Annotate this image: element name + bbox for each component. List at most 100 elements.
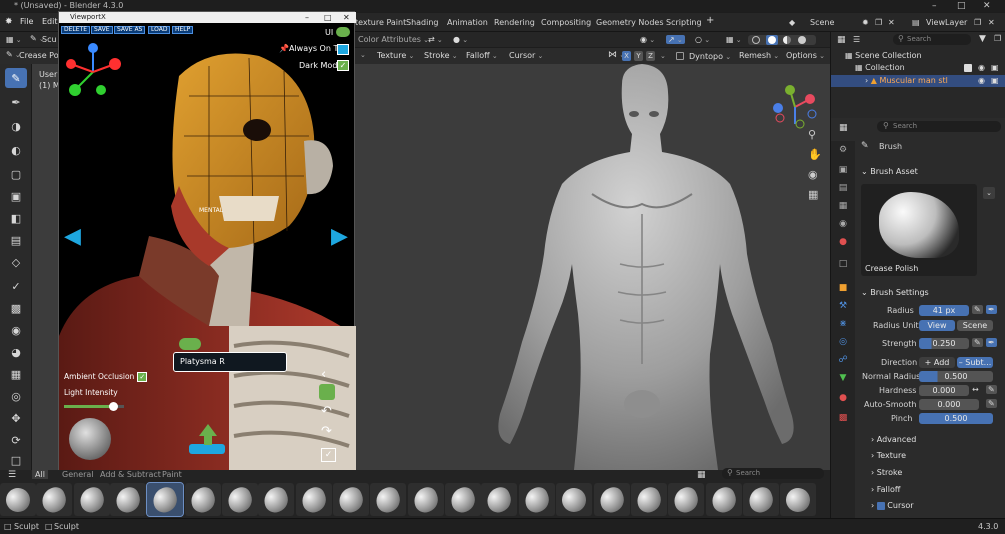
asset-shelf-menu-icon[interactable]: ☰ <box>8 470 16 480</box>
menu-edit[interactable]: Edit <box>42 17 58 26</box>
falloff-dropdown[interactable]: Falloff <box>466 51 498 60</box>
hardness-field[interactable]: 0.000 <box>919 385 969 396</box>
vx-tree-icon[interactable] <box>319 384 335 400</box>
brush-thumb-draw-sharp[interactable] <box>258 483 294 516</box>
edit-face-set-tool-icon[interactable]: ▦ <box>5 364 27 384</box>
particles-tab-icon[interactable]: ⋇ <box>836 317 850 331</box>
add-workspace-icon[interactable]: + <box>706 15 714 26</box>
radius-pen-icon[interactable]: ✒ <box>986 305 997 314</box>
properties-search-input[interactable]: Search <box>877 121 1001 132</box>
brush-thumb-pinch[interactable] <box>445 483 481 516</box>
asset-display-options-icon[interactable]: ▦ <box>697 470 706 480</box>
stroke-dropdown[interactable]: Stroke <box>424 51 458 60</box>
tab-geometry-nodes[interactable]: Geometry Nodes <box>596 18 663 27</box>
rotate-tool-icon[interactable]: ⟳ <box>5 430 27 450</box>
outliner-object-row[interactable]: › ▲ Muscular man stl ◉ ▣ <box>831 75 1005 87</box>
vx-ambient-occlusion-checkbox[interactable]: ✓ <box>137 372 148 382</box>
camera-view-icon[interactable]: ◉ <box>808 168 818 181</box>
minimize-icon[interactable]: – <box>932 0 937 12</box>
symmetry-icon[interactable]: ⇄ <box>428 35 443 44</box>
box-mask-tool-icon[interactable]: ▣ <box>5 186 27 206</box>
xray-icon[interactable]: ▦ <box>726 35 742 44</box>
zoom-icon[interactable]: ⚲ <box>808 128 816 141</box>
new-scene-icon[interactable]: ❐ <box>875 18 882 27</box>
brush-thumb-crease-polish[interactable] <box>146 482 184 517</box>
vx-delete-button[interactable]: DELETE <box>61 26 91 34</box>
modifier-tab-icon[interactable]: ⚒ <box>836 299 850 313</box>
stroke-panel-header[interactable]: › Stroke <box>871 468 902 477</box>
brush-thumb-layer[interactable] <box>408 483 444 516</box>
dyntopo-checkbox[interactable] <box>676 52 684 60</box>
color-attributes-dropdown[interactable]: Color Attributes <box>358 35 429 44</box>
brush-thumb-pose[interactable] <box>743 483 779 516</box>
material-tab-icon[interactable]: ● <box>836 391 850 405</box>
delete-scene-icon[interactable]: ✕ <box>888 18 895 27</box>
close-icon[interactable]: ✕ <box>983 0 991 12</box>
perspective-toggle-icon[interactable]: ▦ <box>808 188 818 201</box>
outliner-editor-icon[interactable]: ▦ <box>837 35 846 45</box>
overlay-dot-icon[interactable]: ● <box>453 35 468 44</box>
constraints-tab-icon[interactable]: ☍ <box>836 353 850 367</box>
collection-include-checkbox[interactable] <box>964 64 972 72</box>
mask-by-color-tool-icon[interactable]: ◎ <box>5 386 27 406</box>
box-trim-tool-icon[interactable]: ◇ <box>5 252 27 272</box>
collection-tab-icon[interactable]: □ <box>836 257 850 271</box>
vx-redo-icon[interactable]: ↷ <box>321 424 332 439</box>
brush-settings-panel-header[interactable]: ⌄ Brush Settings <box>861 288 929 297</box>
hardness-invert-icon[interactable]: ↔ <box>972 385 979 394</box>
symmetry-z-button[interactable]: Z <box>646 51 655 61</box>
vx-save-as-button[interactable]: SAVE AS <box>114 26 146 34</box>
vx-help-button[interactable]: HELP <box>172 26 194 34</box>
hardness-pressure-icon[interactable]: ✎ <box>986 385 997 394</box>
advanced-panel-header[interactable]: › Advanced <box>871 435 916 444</box>
brush-thumb-draw[interactable] <box>222 483 258 516</box>
move-tool-icon[interactable]: ✥ <box>5 408 27 428</box>
viewportx-maximize-icon[interactable]: □ <box>324 12 332 23</box>
viewportx-minimize-icon[interactable]: – <box>305 12 309 23</box>
cursor-dropdown[interactable]: Cursor <box>509 51 543 60</box>
physics-tab-icon[interactable]: ◎ <box>836 335 850 349</box>
tab-rendering[interactable]: Rendering <box>494 18 535 27</box>
strength-pressure-icon[interactable]: ✎ <box>972 338 983 347</box>
brush-thumb-flatten[interactable] <box>333 483 369 516</box>
cloth-filter-tool-icon[interactable]: ◉ <box>5 320 27 340</box>
outliner-scene-collection[interactable]: ▦ Scene Collection <box>831 50 1005 62</box>
vx-collapse-arrow-icon[interactable]: ‹ <box>321 367 326 382</box>
direction-subtract-button[interactable]: – Subt... <box>957 357 993 368</box>
vx-axis-gizmo[interactable] <box>63 42 127 100</box>
vx-load-button[interactable]: LOAD <box>148 26 171 34</box>
vx-confirm-checkbox[interactable]: ✓ <box>321 448 336 462</box>
new-viewlayer-icon[interactable]: ❐ <box>974 18 981 27</box>
navigation-gizmo[interactable] <box>770 82 820 132</box>
scene-icon[interactable]: ◆ <box>789 18 795 27</box>
rendered-shading-icon[interactable] <box>798 36 806 44</box>
brush-asset-menu-icon[interactable]: ⌄ <box>983 187 995 199</box>
data-tab-icon[interactable]: ▼ <box>836 371 850 385</box>
texture-dropdown[interactable]: Texture <box>377 51 414 60</box>
brush-asset-preview[interactable]: Crease Polish <box>861 184 977 276</box>
viewlayer-icon[interactable]: ▤ <box>912 18 920 27</box>
tool-tab-icon[interactable]: ⚙ <box>836 143 850 157</box>
viewportx-close-icon[interactable]: ✕ <box>343 12 350 23</box>
tab-texture-paint[interactable]: texture Paint <box>355 18 406 27</box>
clay-tool-icon[interactable]: ◑ <box>5 116 27 136</box>
symmetry-y-button[interactable]: Y <box>634 51 643 61</box>
mask-tool-icon[interactable]: ▢ <box>5 164 27 184</box>
blender-logo-icon[interactable]: ✸ <box>5 17 13 27</box>
brush-thumb-clay-strips[interactable] <box>74 483 110 516</box>
paint-tool-icon[interactable]: ◐ <box>5 140 27 160</box>
pan-hand-icon[interactable]: ✋ <box>808 148 822 161</box>
brush-thumb-thumb[interactable] <box>706 483 742 516</box>
line-project-tool-icon[interactable]: ✓ <box>5 276 27 296</box>
visibility-icon[interactable]: ◉ <box>640 35 655 44</box>
vx-undo-icon[interactable]: ↶ <box>321 404 332 419</box>
brush-thumb-inflate[interactable] <box>370 483 406 516</box>
object-visibility-icon[interactable]: ◉ <box>978 75 985 87</box>
auto-smooth-field[interactable]: 0.000 <box>919 399 979 410</box>
brush-thumb-scrape[interactable] <box>519 483 555 516</box>
pinch-field[interactable]: 0.500 <box>919 413 993 424</box>
radius-field[interactable]: 41 px <box>919 305 969 316</box>
brush-thumb-mask[interactable] <box>631 483 667 516</box>
mesh-filter-tool-icon[interactable]: ▩ <box>5 298 27 318</box>
asset-tab-add-subtract[interactable]: Add & Subtract <box>100 470 161 479</box>
